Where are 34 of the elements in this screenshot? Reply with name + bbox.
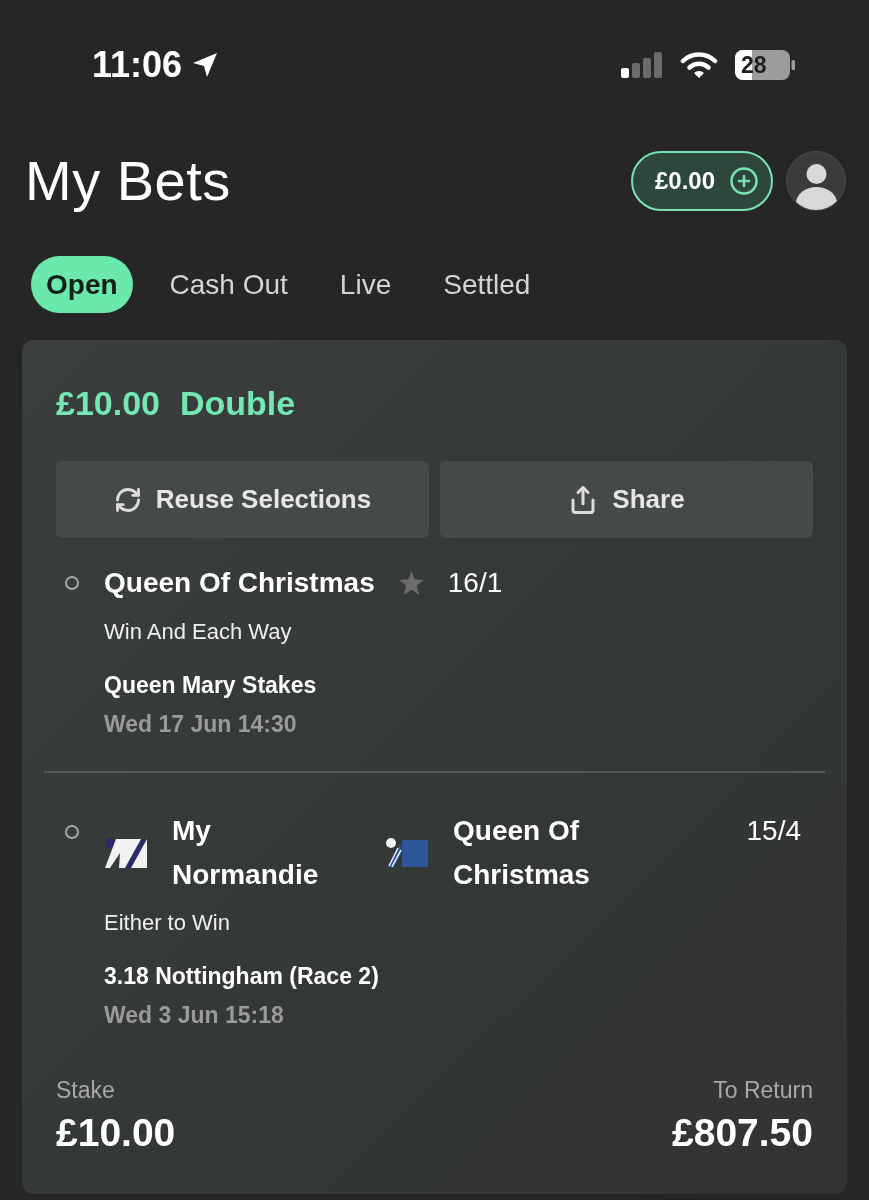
tab[interactable]: Open	[31, 256, 133, 313]
plus-icon	[729, 166, 759, 196]
market-name: Win And Each Way	[104, 618, 293, 646]
tab[interactable]: Live	[324, 256, 407, 313]
event-name: 3.18 Nottingham (Race 2)	[104, 961, 380, 991]
tab[interactable]: Cash Out	[154, 256, 303, 313]
market-name: Either to Win	[104, 908, 231, 937]
runner-name: Queen Of Christmas	[453, 813, 591, 892]
event-name: Queen Mary Stakes	[104, 671, 318, 700]
return-label: To Return	[713, 1075, 813, 1105]
bet-type: Double	[180, 383, 296, 423]
return-value: £807.50	[672, 1109, 813, 1156]
ring-icon	[65, 824, 79, 839]
location-arrow-icon	[192, 52, 219, 78]
stake-value: £10.00	[56, 1109, 176, 1156]
stake-label: Stake	[56, 1075, 115, 1105]
ring-icon	[65, 576, 79, 590]
odds: 16/1	[447, 566, 503, 600]
selection-name: Queen Of Christmas	[104, 566, 375, 600]
balance-button[interactable]: £0.00	[630, 151, 773, 211]
event-time: Wed 17 Jun 14:30	[104, 710, 298, 739]
refresh-icon	[113, 485, 142, 514]
wifi-icon	[680, 51, 718, 79]
star-icon	[398, 571, 424, 595]
event-time: Wed 3 Jun 15:18	[104, 1000, 285, 1030]
page-title: My Bets	[25, 150, 231, 212]
share-button[interactable]: Share	[440, 461, 813, 538]
bet-amount: £10.00	[56, 383, 160, 423]
reuse-button[interactable]: Reuse Selections	[56, 461, 429, 538]
odds: 15/4	[746, 813, 801, 848]
tab[interactable]: Settled	[428, 256, 546, 313]
signal-icon	[621, 52, 663, 78]
runner-name: My Normandie	[172, 813, 320, 892]
status-time: 11:06	[92, 45, 183, 85]
